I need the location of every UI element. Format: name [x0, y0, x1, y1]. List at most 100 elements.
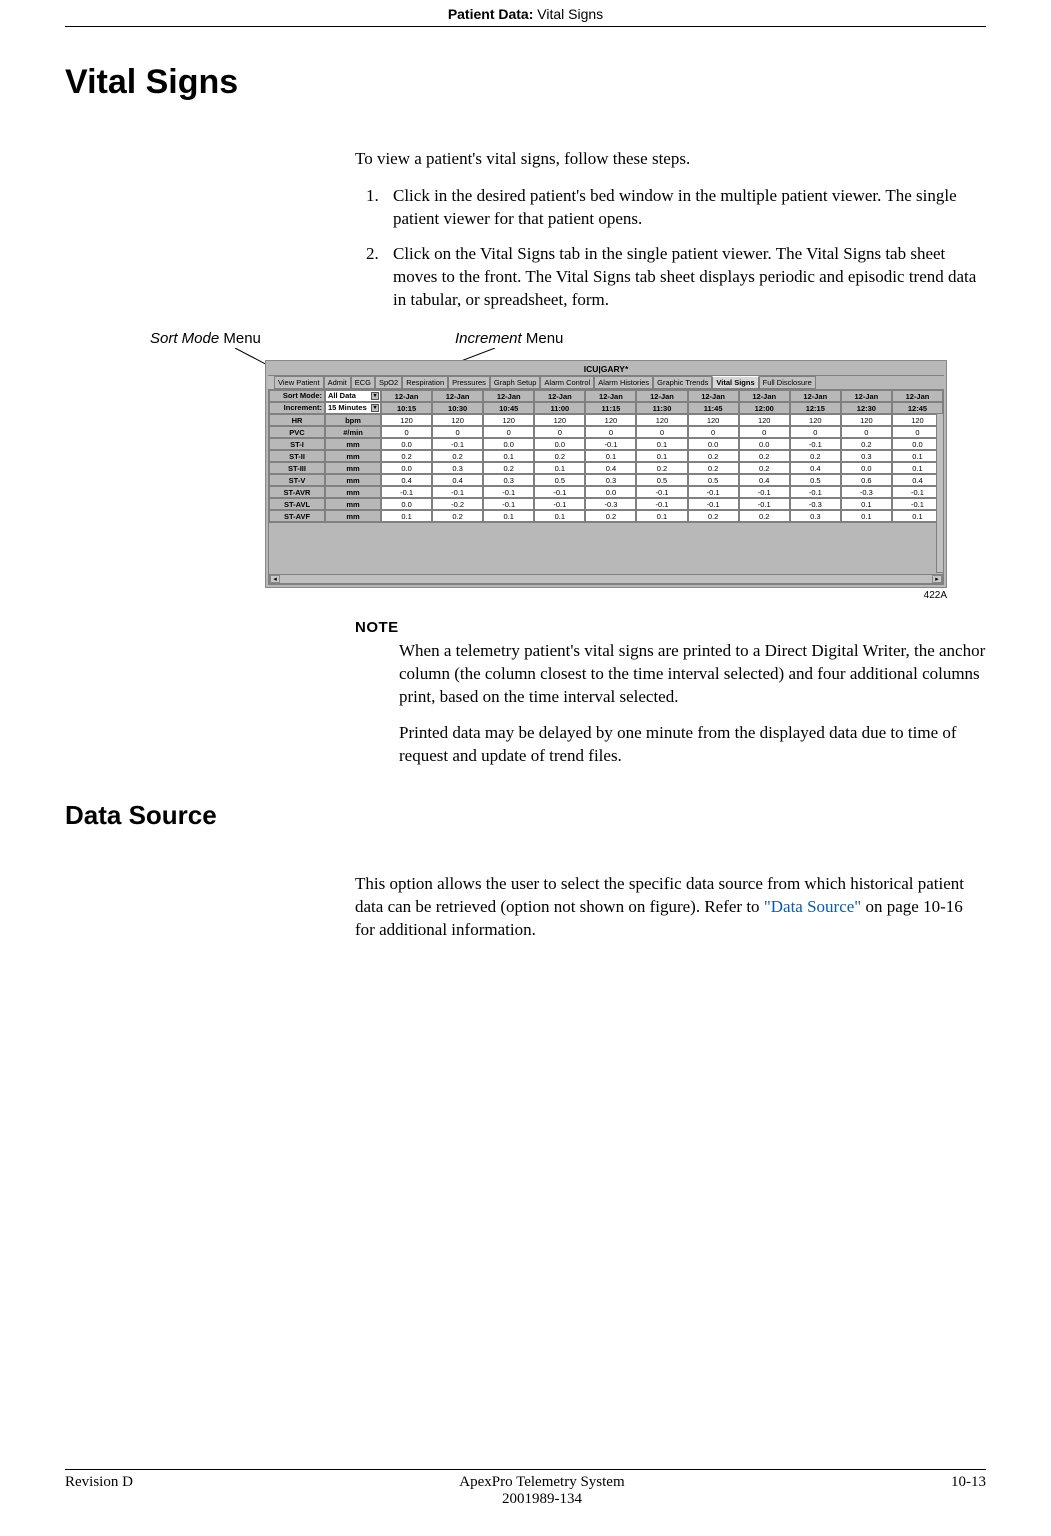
step-2: Click on the Vital Signs tab in the sing…	[383, 243, 986, 312]
tab-pressures[interactable]: Pressures	[448, 376, 490, 389]
tab-full-disclosure[interactable]: Full Disclosure	[759, 376, 816, 389]
header-rest: Vital Signs	[533, 6, 603, 22]
table-row: ST-AVFmm0.10.20.10.10.20.10.20.20.30.10.…	[269, 510, 943, 522]
value-cell: 0.4	[585, 462, 636, 474]
chevron-down-icon: ▾	[371, 392, 379, 400]
value-cell: -0.1	[534, 486, 585, 498]
scroll-right-button[interactable]: ▸	[932, 575, 942, 583]
time-header: 10:30	[432, 402, 483, 414]
value-cell: 120	[585, 414, 636, 426]
table-row: ST-IIImm0.00.30.20.10.40.20.20.20.40.00.…	[269, 462, 943, 474]
page-footer: Revision D ApexPro Telemetry System 2001…	[65, 1469, 986, 1508]
value-cell: 0.2	[790, 450, 841, 462]
sort-mode-label: Sort Mode:	[269, 390, 325, 402]
parameter-name: ST-V	[269, 474, 325, 486]
time-header: 10:15	[381, 402, 432, 414]
value-cell: 0	[790, 426, 841, 438]
value-cell: -0.1	[636, 486, 687, 498]
value-cell: 0.0	[841, 462, 892, 474]
parameter-name: PVC	[269, 426, 325, 438]
value-cell: 0.4	[381, 474, 432, 486]
value-cell: 0	[841, 426, 892, 438]
date-header: 12-Jan	[688, 390, 739, 402]
tab-alarm-histories[interactable]: Alarm Histories	[594, 376, 653, 389]
value-cell: 0.5	[534, 474, 585, 486]
tab-vital-signs[interactable]: Vital Signs	[712, 376, 758, 389]
header-rule	[65, 26, 986, 27]
header-bold: Patient Data:	[448, 6, 534, 22]
vertical-scrollbar[interactable]	[936, 413, 944, 573]
value-cell: 0.1	[534, 462, 585, 474]
value-cell: 0.4	[432, 474, 483, 486]
value-cell: -0.1	[688, 498, 739, 510]
increment-dropdown[interactable]: 15 Minutes ▾	[325, 402, 381, 414]
step-1: Click in the desired patient's bed windo…	[383, 185, 986, 231]
value-cell: -0.3	[841, 486, 892, 498]
section-title: Vital Signs	[65, 63, 986, 102]
value-cell: 0.1	[483, 510, 534, 522]
value-cell: -0.1	[585, 438, 636, 450]
value-cell: 0.1	[534, 510, 585, 522]
footer-revision: Revision D	[65, 1474, 133, 1508]
sort-mode-dropdown[interactable]: All Data ▾	[325, 390, 381, 402]
value-cell: 0.2	[739, 462, 790, 474]
footer-page: 10-13	[951, 1474, 986, 1508]
subsection-title: Data Source	[65, 800, 986, 831]
tab-view-patient[interactable]: View Patient	[274, 376, 324, 389]
value-cell: 0.2	[688, 462, 739, 474]
parameter-unit: mm	[325, 450, 381, 462]
table-row: ST-IImm0.20.20.10.20.10.10.20.20.20.30.1	[269, 450, 943, 462]
tab-bar: View PatientAdmitECGSpO2RespirationPress…	[268, 375, 944, 389]
date-header: 12-Jan	[636, 390, 687, 402]
horizontal-scrollbar[interactable]: ◂ ▸	[269, 574, 943, 584]
footer-docnum: 2001989-134	[459, 1491, 624, 1508]
tab-admit[interactable]: Admit	[324, 376, 351, 389]
value-cell: 0	[381, 426, 432, 438]
tab-spo2[interactable]: SpO2	[375, 376, 402, 389]
value-cell: -0.1	[483, 486, 534, 498]
value-cell: 0.6	[841, 474, 892, 486]
parameter-unit: mm	[325, 498, 381, 510]
scroll-left-button[interactable]: ◂	[270, 575, 280, 583]
callout-increment: Increment Menu	[455, 330, 563, 347]
data-grid: HRbpm120120120120120120120120120120120PV…	[269, 414, 943, 522]
value-cell: 0.2	[534, 450, 585, 462]
table-row: PVC#/min00000000000	[269, 426, 943, 438]
value-cell: 0.0	[381, 498, 432, 510]
table-row: HRbpm120120120120120120120120120120120	[269, 414, 943, 426]
tab-ecg[interactable]: ECG	[351, 376, 375, 389]
value-cell: 0.0	[483, 438, 534, 450]
value-cell: 0	[739, 426, 790, 438]
tab-graph-setup[interactable]: Graph Setup	[490, 376, 541, 389]
table-row: ST-Imm0.0-0.10.00.0-0.10.10.00.0-0.10.20…	[269, 438, 943, 450]
value-cell: 0	[585, 426, 636, 438]
date-header: 12-Jan	[432, 390, 483, 402]
data-source-link[interactable]: "Data Source"	[764, 897, 861, 916]
page-header: Patient Data: Vital Signs	[0, 0, 1051, 22]
value-cell: -0.1	[790, 486, 841, 498]
value-cell: 0.3	[841, 450, 892, 462]
chevron-down-icon: ▾	[371, 404, 379, 412]
value-cell: 120	[841, 414, 892, 426]
date-header: 12-Jan	[841, 390, 892, 402]
value-cell: 120	[483, 414, 534, 426]
tab-alarm-control[interactable]: Alarm Control	[540, 376, 594, 389]
time-header: 11:45	[688, 402, 739, 414]
note-paragraph-2: Printed data may be delayed by one minut…	[399, 722, 986, 768]
tab-graphic-trends[interactable]: Graphic Trends	[653, 376, 712, 389]
value-cell: -0.3	[585, 498, 636, 510]
date-header: 12-Jan	[585, 390, 636, 402]
parameter-unit: bpm	[325, 414, 381, 426]
callout-sort-mode: Sort Mode Menu	[150, 330, 261, 347]
parameter-unit: mm	[325, 462, 381, 474]
value-cell: 0.2	[636, 462, 687, 474]
grid-blank-area	[269, 522, 943, 574]
tab-respiration[interactable]: Respiration	[402, 376, 448, 389]
value-cell: 0.0	[739, 438, 790, 450]
value-cell: 120	[381, 414, 432, 426]
value-cell: 120	[432, 414, 483, 426]
parameter-name: ST-I	[269, 438, 325, 450]
value-cell: 0.1	[483, 450, 534, 462]
parameter-unit: mm	[325, 438, 381, 450]
date-header: 12-Jan	[892, 390, 943, 402]
